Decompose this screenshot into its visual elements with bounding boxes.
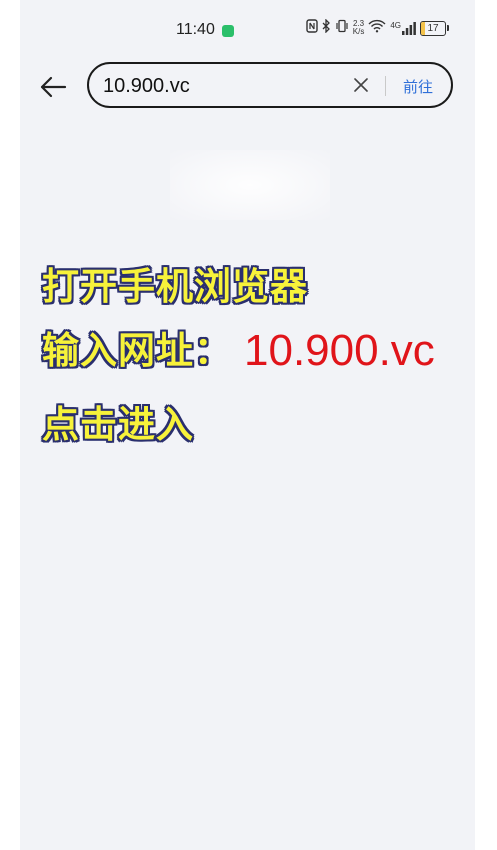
vibrate-icon (335, 19, 349, 37)
status-time: 11:40 (176, 21, 215, 38)
battery-level: 17 (427, 22, 439, 34)
notification-app-icon (222, 25, 234, 37)
url-text[interactable]: 10.900.vc (103, 75, 190, 98)
instruction-open-browser: 打开手机浏览器 (42, 265, 308, 308)
bluetooth-icon (322, 18, 331, 37)
close-icon (354, 78, 368, 92)
battery-icon: 17 (420, 20, 449, 36)
network-speed: 2.3 K/s (353, 20, 365, 36)
battery-fill (421, 21, 426, 35)
instruction-click-enter: 点击进入 (42, 403, 194, 446)
divider (385, 76, 386, 96)
instruction-enter-url: 输入网址： 10.900.vc (42, 320, 435, 375)
url-input[interactable]: 10.900.vc 前往 (87, 62, 453, 108)
highlighted-url: 10.900.vc (244, 326, 435, 375)
browser-toolbar: 10.900.vc 前往 (20, 62, 475, 112)
instruction-enter-url-label: 输入网址： (42, 329, 232, 372)
phone-screen: 11:40 2.3 K/s 4G 17 10.900.vc 前往 打开手机浏览器… (20, 0, 475, 850)
signal-bars-icon (402, 21, 416, 35)
wifi-icon (368, 19, 386, 37)
network-speed-unit: K/s (352, 27, 365, 36)
blurred-content (170, 150, 330, 220)
cellular-signal: 4G (390, 20, 416, 35)
nfc-icon (306, 19, 318, 37)
status-bar: 11:40 2.3 K/s 4G 17 (20, 0, 475, 60)
network-type: 4G (390, 20, 401, 30)
status-icons: 2.3 K/s 4G 17 (306, 18, 449, 37)
back-button[interactable] (36, 72, 70, 102)
go-button[interactable]: 前往 (403, 76, 433, 97)
back-arrow-icon (40, 76, 67, 98)
clear-button[interactable] (351, 75, 371, 95)
